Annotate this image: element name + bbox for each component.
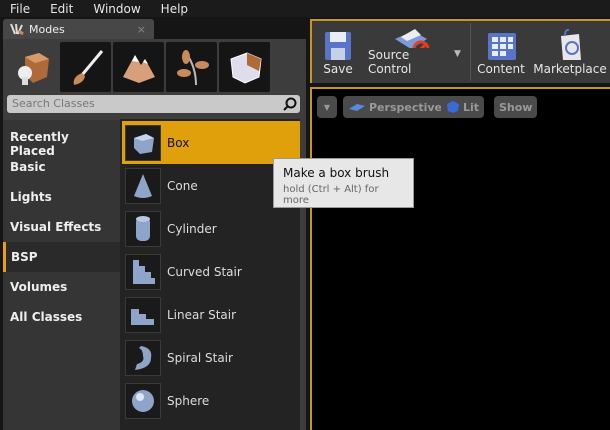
list-item-curved-stair[interactable]: Curved Stair — [122, 250, 300, 293]
content-button[interactable]: Content — [476, 25, 526, 81]
box-icon — [125, 124, 161, 161]
modes-icon — [10, 23, 24, 36]
place-mode-button[interactable] — [7, 42, 58, 92]
list-item-spiral-stair[interactable]: Spiral Stair — [122, 336, 300, 379]
category-basic[interactable]: Basic — [3, 152, 120, 182]
lit-button[interactable]: Lit — [441, 96, 485, 118]
toolbar-divider — [470, 23, 471, 81]
lit-cube-icon — [447, 101, 459, 113]
main-toolbar: Save Source Control ▼ Content Marketplac… — [310, 19, 610, 83]
item-label: Box — [167, 135, 190, 150]
place-icon — [17, 53, 49, 85]
category-visual-effects[interactable]: Visual Effects — [3, 212, 120, 242]
search-classes-input[interactable]: Search Classes — [7, 95, 300, 113]
search-placeholder: Search Classes — [12, 97, 95, 110]
item-label: Linear Stair — [167, 307, 237, 322]
source-control-button[interactable]: Source Control — [368, 25, 454, 81]
tooltip-hint: hold (Ctrl + Alt) for more — [283, 184, 379, 206]
category-bsp[interactable]: BSP — [3, 242, 120, 272]
menu-bar: File Edit Window Help — [0, 0, 610, 17]
close-tab-button[interactable]: × — [137, 23, 146, 36]
category-all-classes[interactable]: All Classes — [3, 302, 120, 332]
tooltip-title: Make a box brush — [283, 166, 390, 180]
content-label: Content — [477, 62, 525, 76]
perspective-icon — [349, 104, 365, 111]
save-label: Save — [323, 62, 353, 76]
perspective-label: Perspective — [369, 100, 443, 114]
tab-title: Modes — [29, 22, 65, 36]
paint-mode-button[interactable] — [60, 42, 111, 92]
item-label: Cylinder — [167, 221, 217, 236]
viewport[interactable]: ▼ Perspective Lit Show — [310, 87, 610, 430]
category-lights[interactable]: Lights — [3, 182, 120, 212]
curved-stair-icon — [125, 253, 161, 290]
source-control-icon — [395, 29, 430, 48]
list-item-linear-stair[interactable]: Linear Stair — [122, 293, 300, 336]
foliage-mode-button[interactable] — [166, 42, 217, 92]
save-icon — [325, 32, 351, 60]
tooltip: Make a box brush hold (Ctrl + Alt) for m… — [273, 158, 414, 208]
cone-icon — [125, 167, 161, 204]
tab-modes[interactable]: Modes × — [3, 19, 154, 39]
list-item-sphere[interactable]: Sphere — [122, 379, 300, 422]
cylinder-icon — [125, 210, 161, 247]
show-button[interactable]: Show — [494, 96, 538, 118]
search-icon[interactable] — [283, 97, 297, 111]
lit-label: Lit — [463, 100, 480, 114]
viewport-options-button[interactable]: ▼ — [317, 96, 337, 118]
paint-brush-icon — [73, 50, 103, 85]
list-item-cylinder[interactable]: Cylinder — [122, 207, 300, 250]
landscape-mode-button[interactable] — [113, 42, 164, 92]
source-control-label: Source Control — [368, 48, 412, 76]
menu-file[interactable]: File — [0, 0, 40, 17]
menu-window[interactable]: Window — [83, 0, 150, 17]
sphere-icon — [125, 382, 161, 419]
menu-help[interactable]: Help — [151, 0, 198, 17]
item-label: Cone — [167, 178, 198, 193]
item-label: Curved Stair — [167, 264, 242, 279]
marketplace-label: Marketplace — [533, 62, 607, 76]
foliage-icon — [176, 50, 209, 86]
marketplace-bag-icon — [561, 28, 581, 60]
save-button[interactable]: Save — [318, 25, 358, 81]
category-list: Recently Placed Basic Lights Visual Effe… — [3, 120, 120, 430]
spiral-stair-icon — [125, 339, 161, 376]
show-label: Show — [499, 100, 533, 114]
item-label: Spiral Stair — [167, 350, 233, 365]
perspective-button[interactable]: Perspective — [343, 96, 448, 118]
landscape-icon — [122, 55, 155, 83]
chevron-down-icon: ▼ — [323, 102, 331, 112]
source-control-dropdown-icon[interactable]: ▼ — [454, 49, 461, 59]
geometry-mode-button[interactable] — [219, 42, 270, 92]
menu-edit[interactable]: Edit — [40, 0, 83, 17]
content-browser-icon — [488, 33, 516, 60]
marketplace-button[interactable]: Marketplace — [533, 25, 607, 81]
linear-stair-icon — [125, 296, 161, 333]
geometry-edit-icon — [229, 52, 262, 84]
category-volumes[interactable]: Volumes — [3, 272, 120, 302]
category-recently-placed[interactable]: Recently Placed — [3, 122, 120, 158]
item-label: Sphere — [167, 393, 210, 408]
